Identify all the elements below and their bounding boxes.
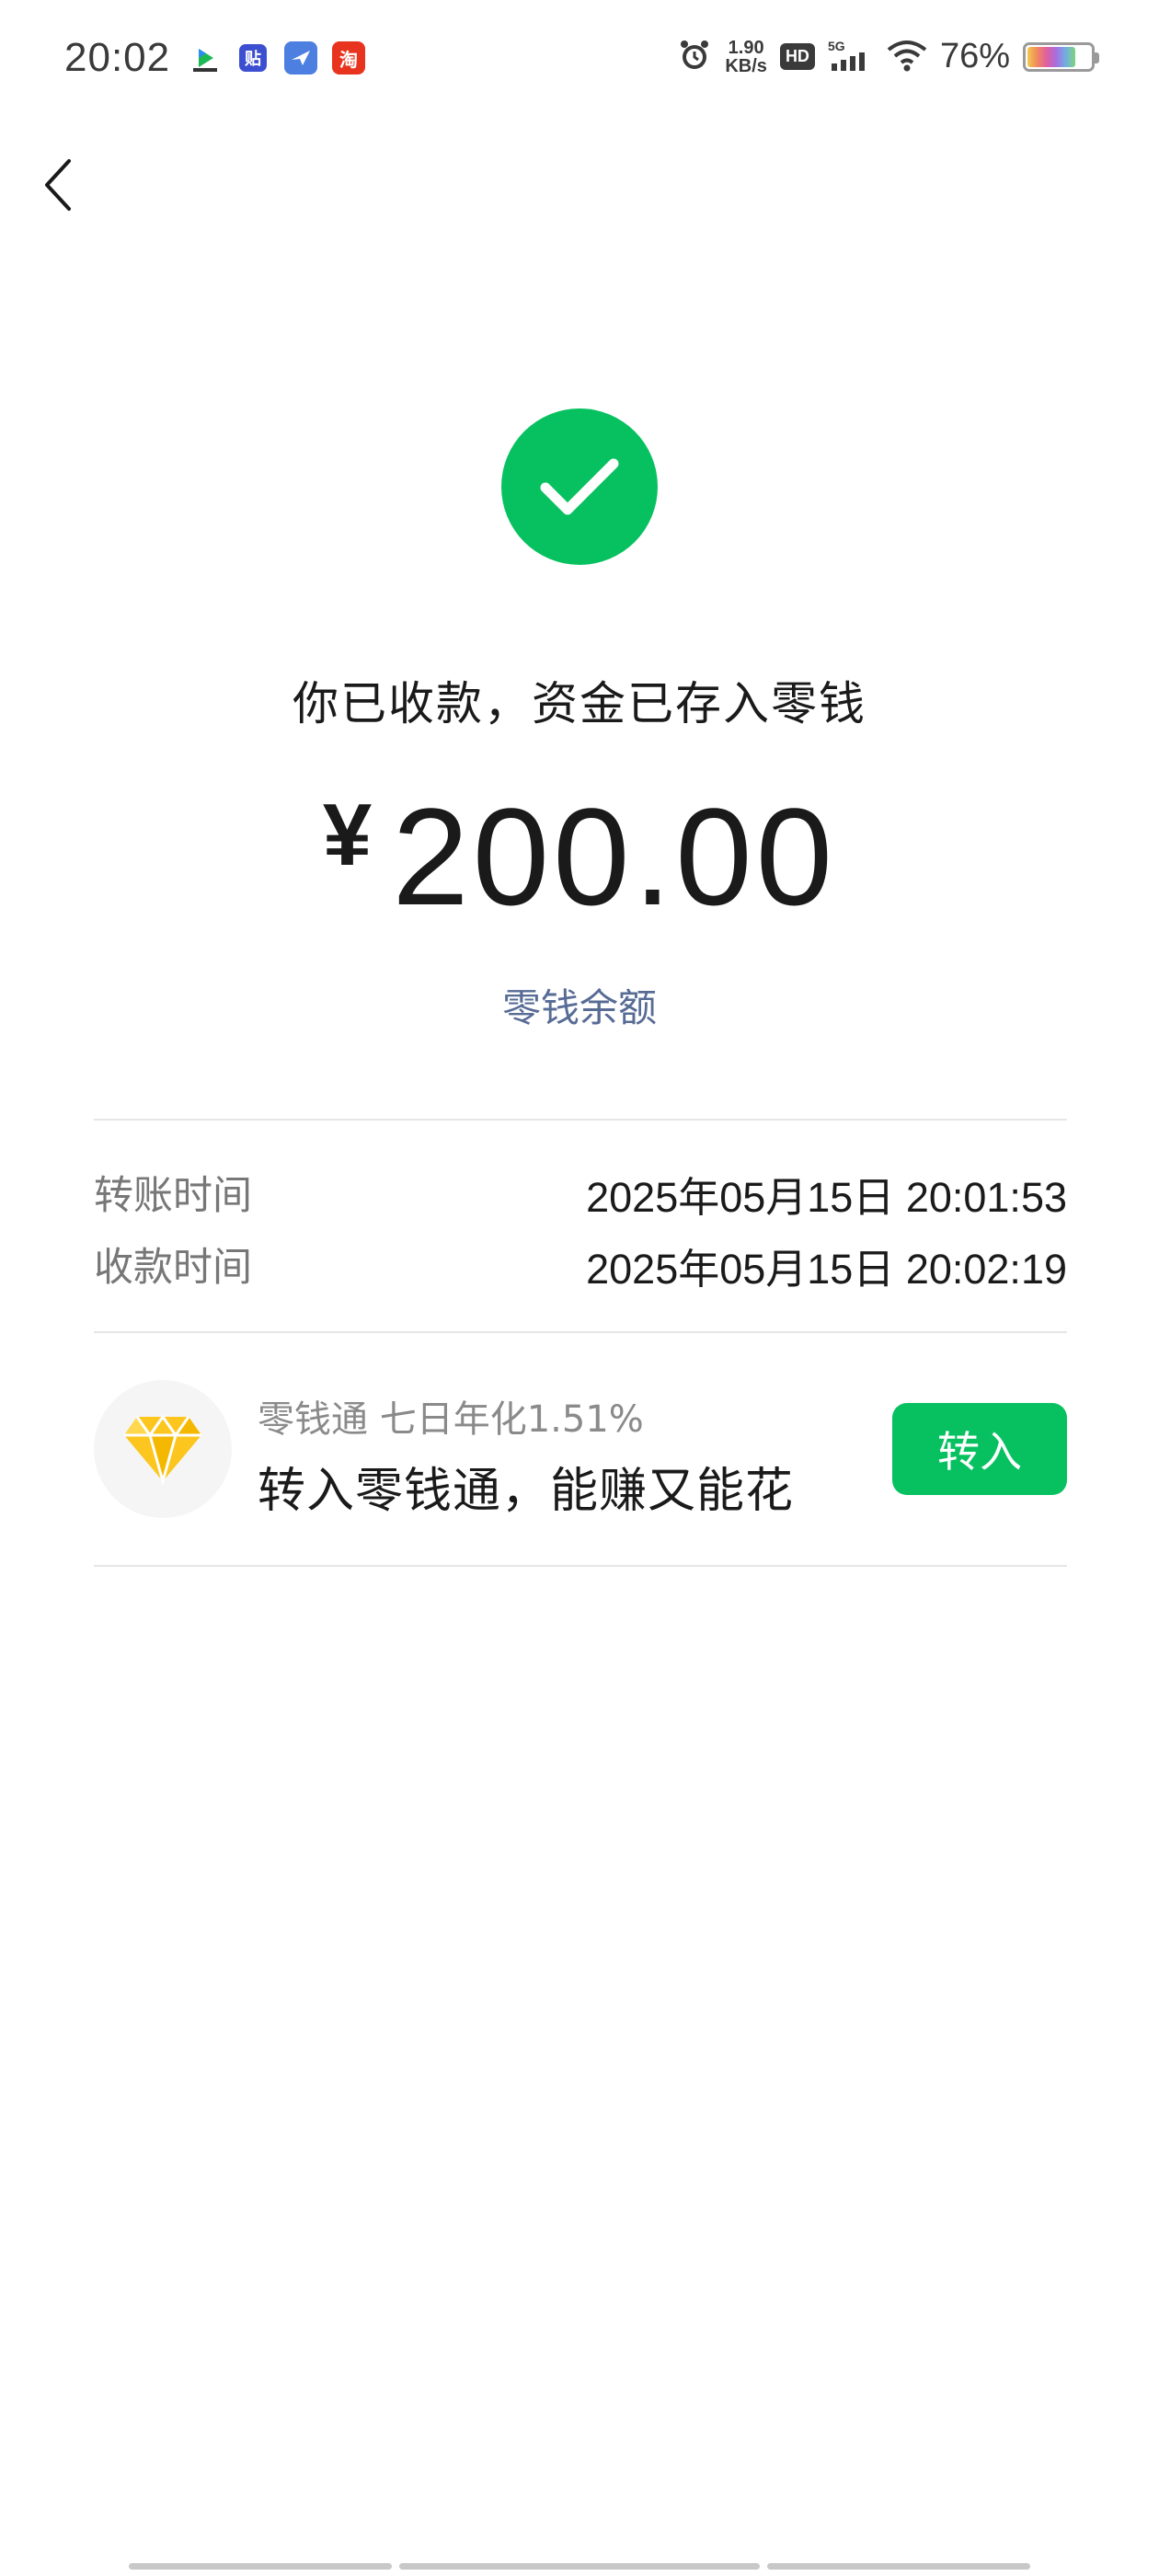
gesture-bar-segment: [399, 2563, 760, 2570]
wifi-icon: [887, 39, 927, 75]
network-speed: 1.90 KB/s: [725, 39, 767, 75]
success-check-icon: [501, 408, 658, 565]
system-status-icons: 1.90 KB/s HD 5G 76%: [677, 37, 1099, 76]
gesture-bar: [129, 2563, 1030, 2570]
network-speed-unit: KB/s: [725, 55, 767, 76]
detail-label: 收款时间: [94, 1245, 252, 1291]
signal-5g-icon: 5G: [828, 38, 874, 76]
detail-value: 2025年05月15日 20:02:19: [586, 1246, 1067, 1293]
receipt-title: 你已收款，资金已存入零钱: [293, 677, 866, 730]
detail-label: 转账时间: [94, 1173, 252, 1219]
amount: ¥200.00: [0, 777, 1159, 937]
tieba-icon: 贴: [236, 41, 270, 75]
amount-value: 200.00: [392, 779, 837, 934]
battery-percent: 76%: [939, 37, 1010, 75]
detail-row-receive-time: 收款时间 2025年05月15日 20:02:19: [94, 1236, 1067, 1295]
status-time: 20:02: [64, 35, 171, 80]
divider: [94, 1565, 1067, 1567]
promo-subtitle: 零钱通 七日年化1.51%: [258, 1398, 644, 1441]
divider: [94, 1119, 1067, 1121]
taobao-icon: 淘: [332, 41, 365, 75]
notification-app-icons: 贴 淘: [189, 41, 365, 75]
battery-level: [1027, 46, 1075, 67]
network-speed-value: 1.90: [728, 37, 764, 58]
video-app-icon: [189, 41, 222, 75]
diamond-icon: [94, 1380, 232, 1518]
taobao-glyph: 淘: [339, 48, 358, 71]
balance-link[interactable]: 零钱余额: [0, 977, 1159, 1033]
chevron-left-icon: [45, 159, 71, 211]
detail-value: 2025年05月15日 20:01:53: [586, 1174, 1067, 1221]
currency-symbol: ¥: [322, 786, 373, 884]
gesture-bar-segment: [129, 2563, 392, 2570]
hd-badge: HD: [779, 43, 815, 70]
detail-row-transfer-time: 转账时间 2025年05月15日 20:01:53: [94, 1164, 1067, 1224]
divider: [94, 1331, 1067, 1333]
network-type: 5G: [828, 39, 845, 53]
lingqiantong-promo: 零钱通 七日年化1.51% 转入零钱通，能赚又能花 转入: [94, 1380, 1067, 1519]
tieba-glyph: 贴: [245, 49, 261, 69]
battery-icon: [1023, 41, 1099, 72]
transfer-in-button[interactable]: 转入: [892, 1403, 1067, 1495]
back-button[interactable]: [35, 153, 81, 217]
battery-cap: [1095, 52, 1099, 63]
promo-title: 转入零钱通，能赚又能花: [258, 1464, 795, 1519]
gesture-bar-segment: [767, 2563, 1030, 2570]
fly-app-icon: [284, 41, 317, 75]
alarm-icon: [677, 38, 712, 76]
status-bar: 20:02 贴 淘 1.90 KB/s HD 5G 76%: [0, 0, 1159, 120]
